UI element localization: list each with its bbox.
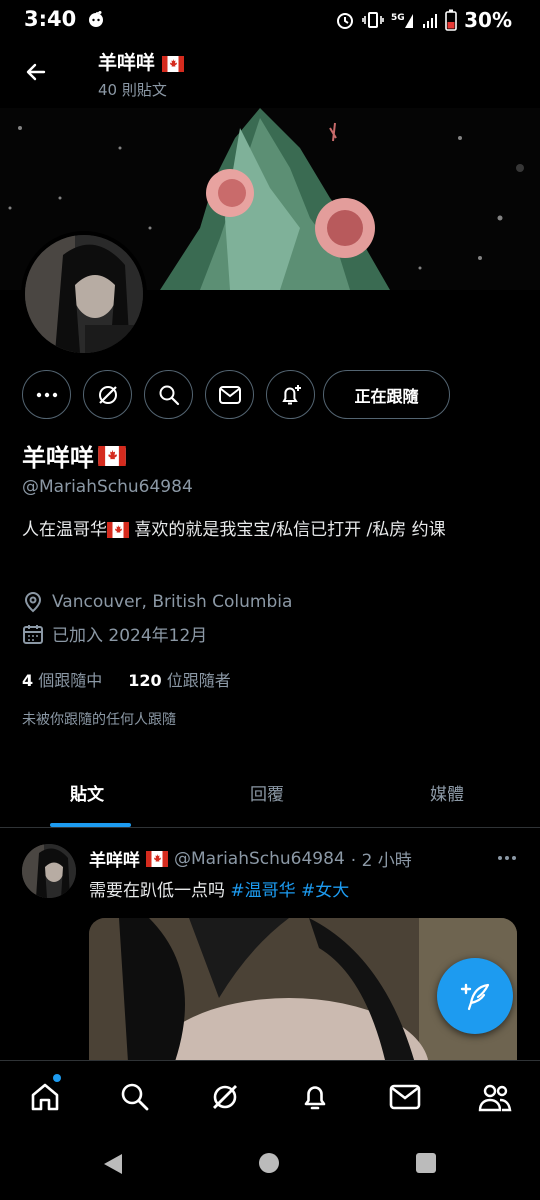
signal-5g-icon: 5G (391, 13, 414, 28)
avatar-image (25, 235, 143, 353)
tweet-time: · 2 小時 (350, 851, 412, 871)
canada-flag-icon (98, 445, 126, 466)
profile-header: 羊咩咩 40 則貼文 (0, 40, 540, 106)
wifi-signal-icon (423, 14, 438, 28)
bio-text-2: 喜欢的就是我宝宝/私信已打开 /私房 约课 (129, 520, 446, 540)
active-tab-indicator (50, 823, 131, 827)
nav-search[interactable] (115, 1077, 155, 1117)
alarm-icon (337, 13, 354, 29)
tweet-avatar[interactable] (22, 844, 76, 898)
dot-icon (505, 856, 509, 860)
tweet-header: 羊咩咩 @MariahSchu64984 · 2 小時 (89, 846, 412, 872)
followers-label: 位跟隨者 (166, 671, 231, 690)
canada-flag-icon (161, 55, 184, 72)
dot-icon (512, 856, 516, 860)
joined-text: 已加入 2024年12月 (52, 626, 208, 646)
hashtag-link[interactable]: #女大 (296, 881, 349, 901)
grok-icon (213, 1085, 237, 1109)
more-options-button[interactable] (22, 370, 71, 419)
nav-messages[interactable] (385, 1077, 425, 1117)
header-name: 羊咩咩 (98, 48, 184, 75)
tweet-more-button[interactable] (492, 848, 522, 868)
location-text: Vancouver, British Columbia (52, 592, 293, 612)
svg-text:5G: 5G (391, 13, 405, 23)
canada-flag-icon (107, 522, 129, 538)
tab-replies[interactable]: 回覆 (250, 780, 284, 805)
profile-actions (22, 370, 315, 419)
message-button[interactable] (205, 370, 254, 419)
search-profile-button[interactable] (144, 370, 193, 419)
envelope-icon (218, 385, 241, 404)
post-count: 40 則貼文 (98, 81, 167, 99)
followers-count: 120 (128, 671, 162, 690)
not-followed-note: 未被你跟隨的任何人跟隨 (22, 712, 176, 728)
vibrate-icon (362, 12, 384, 28)
follow-stats: 4 個跟隨中 120 位跟隨者 (22, 667, 231, 691)
tab-posts[interactable]: 貼文 (70, 780, 104, 805)
compose-feather-icon (460, 983, 490, 1011)
battery-percent: 30% (464, 8, 512, 32)
nav-communities[interactable] (475, 1077, 515, 1117)
battery-icon (445, 9, 457, 31)
tweet-avatar-image (22, 844, 76, 898)
grok-icon (98, 385, 117, 404)
following-button[interactable]: 正在跟隨 (323, 370, 450, 419)
arrow-left-icon (26, 63, 46, 81)
system-recents-icon[interactable] (415, 1152, 437, 1174)
system-home-icon[interactable] (258, 1152, 280, 1174)
profile-bio: 人在温哥华 喜欢的就是我宝宝/私信已打开 /私房 约课 (22, 516, 518, 545)
tweet-author-name[interactable]: 羊咩咩 (89, 846, 140, 871)
home-unread-dot (53, 1074, 61, 1082)
reddit-icon (89, 11, 103, 27)
profile-tabs: 貼文 回覆 媒體 (0, 760, 540, 828)
grok-button[interactable] (83, 370, 132, 419)
more-horizontal-icon (36, 392, 57, 397)
back-button[interactable] (18, 54, 54, 90)
bell-plus-icon (281, 384, 301, 404)
nav-notifications[interactable] (295, 1077, 335, 1117)
home-icon (31, 1083, 59, 1111)
profile-handle: @MariahSchu64984 (22, 477, 193, 497)
following-label: 個跟隨中 (38, 671, 103, 690)
hashtag-link[interactable]: #温哥华 (230, 881, 295, 901)
tweet-body: 需要在趴低一点吗 (89, 881, 231, 901)
tweet-author-handle: @MariahSchu64984 (174, 848, 345, 869)
nav-grok[interactable] (205, 1077, 245, 1117)
joined-row: 已加入 2024年12月 (22, 621, 207, 646)
messages-icon (389, 1084, 421, 1110)
search-icon (159, 385, 179, 405)
system-back-icon[interactable] (102, 1152, 124, 1176)
bio-text-1: 人在温哥华 (22, 520, 107, 540)
profile-name-text: 羊咩咩 (22, 444, 94, 472)
calendar-icon (23, 624, 43, 644)
communities-icon (478, 1084, 512, 1112)
search-icon (121, 1083, 149, 1111)
following-stat[interactable]: 4 個跟隨中 (22, 667, 102, 691)
tab-media[interactable]: 媒體 (430, 780, 464, 805)
compose-post-button[interactable] (437, 958, 513, 1034)
profile-avatar[interactable] (21, 231, 147, 357)
bottom-nav (0, 1060, 540, 1130)
canada-flag-icon (146, 850, 168, 867)
notifications-icon (304, 1086, 326, 1110)
tweet-text: 需要在趴低一点吗 #温哥华 #女大 (89, 876, 349, 901)
status-bar: 3:40 5G 30% (0, 0, 540, 40)
nav-home[interactable] (25, 1077, 65, 1117)
header-name-text: 羊咩咩 (98, 52, 156, 74)
location-row: Vancouver, British Columbia (22, 591, 292, 613)
following-count: 4 (22, 671, 34, 690)
followers-stat[interactable]: 120 位跟隨者 (128, 667, 231, 691)
status-time: 3:40 (24, 7, 77, 31)
location-pin-icon (24, 591, 42, 613)
profile-name: 羊咩咩 (22, 438, 126, 473)
system-navigation-bar (0, 1130, 540, 1200)
notify-button[interactable] (266, 370, 315, 419)
dot-icon (498, 856, 502, 860)
